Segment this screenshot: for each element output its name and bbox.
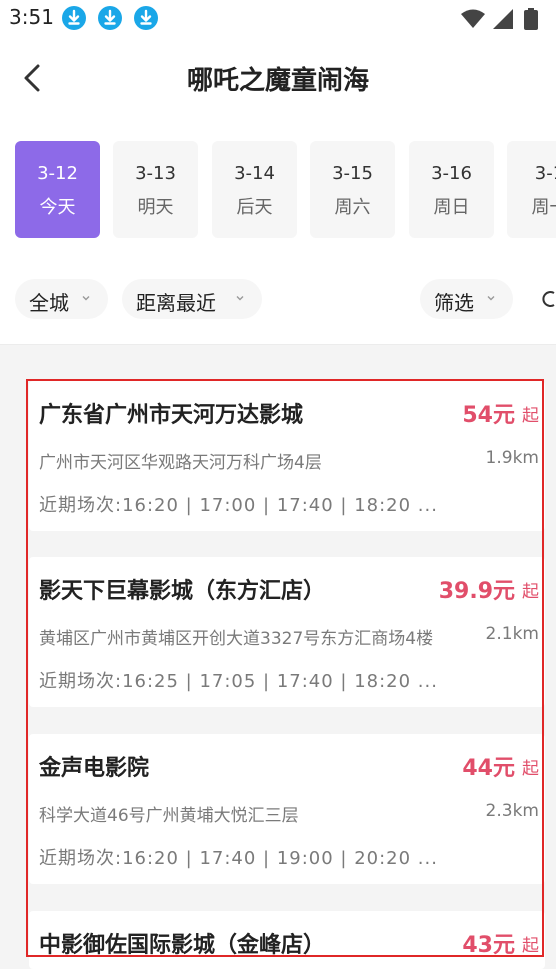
cinema-card[interactable]: 影天下巨幕影城（东方汇店） 39.9元 起 黄埔区广州市黄埔区开创大道3327号…	[29, 557, 545, 707]
cinema-distance: 2.3km	[485, 801, 539, 821]
cinema-name: 中影御佐国际影城（金峰店）	[39, 933, 326, 958]
cinema-price: 43元	[462, 933, 515, 958]
cinema-name: 广东省广州市天河万达影城	[39, 403, 304, 428]
filter-city[interactable]: 全城	[15, 279, 108, 319]
signal-icon	[493, 9, 513, 29]
cinema-name: 金声电影院	[39, 756, 150, 781]
cinema-card[interactable]: 中影御佐国际影城（金峰店） 43元 起	[29, 911, 545, 969]
chevron-down-icon	[82, 296, 90, 301]
status-time: 3:51	[9, 5, 54, 29]
system-icons	[460, 8, 546, 30]
chevron-down-icon	[236, 296, 244, 301]
price-suffix: 起	[522, 582, 539, 602]
date-tab-date: 3-14	[234, 163, 275, 184]
cinema-price: 54元	[462, 403, 515, 428]
cinema-address: 黄埔区广州市黄埔区开创大道3327号东方汇商场4楼	[39, 629, 434, 649]
cinema-price: 39.9元	[438, 579, 515, 604]
cinema-card[interactable]: 广东省广州市天河万达影城 54元 起 广州市天河区华观路天河万科广场4层 1.9…	[29, 381, 545, 531]
status-bar: 3:51	[0, 0, 556, 38]
date-tab[interactable]: 3-13 明天	[113, 141, 198, 238]
battery-icon	[524, 8, 538, 30]
cinema-name: 影天下巨幕影城（东方汇店）	[39, 579, 326, 604]
download-icon	[134, 6, 158, 30]
date-tab[interactable]: 3-14 后天	[212, 141, 297, 238]
wifi-icon	[461, 9, 485, 28]
search-icon[interactable]	[540, 287, 556, 311]
date-tabs: 3-12 今天 3-13 明天 3-14 后天 3-15 周六 3-16 周日 …	[0, 141, 556, 239]
download-icon	[62, 6, 86, 30]
cinema-distance: 1.9km	[485, 448, 539, 468]
date-tab-date: 3-13	[135, 163, 176, 184]
date-tab-date: 3-1	[534, 163, 556, 184]
download-icon	[98, 6, 122, 30]
date-tab-date: 3-15	[332, 163, 373, 184]
date-tab-day: 周日	[433, 197, 470, 218]
date-tab-day: 明天	[137, 197, 174, 218]
filter-label: 筛选	[434, 291, 474, 315]
date-tab-day: 后天	[236, 197, 273, 218]
price-suffix: 起	[522, 406, 539, 426]
price-suffix: 起	[522, 936, 539, 956]
filter-label: 距离最近	[136, 291, 216, 315]
date-tab-date: 3-16	[431, 163, 472, 184]
header: 哪吒之魔童闹海	[0, 38, 556, 118]
price-suffix: 起	[522, 759, 539, 779]
filter-bar: 全城 距离最近 筛选	[0, 279, 556, 319]
date-tab[interactable]: 3-1 周一	[507, 141, 556, 238]
cinema-distance: 2.1km	[485, 624, 539, 644]
cinema-sessions: 近期场次:16:20 | 17:40 | 19:00 | 20:20 ...	[39, 848, 438, 869]
date-tab-date: 3-12	[37, 163, 78, 184]
chevron-down-icon	[487, 296, 495, 301]
filter-label: 全城	[29, 291, 69, 315]
date-tab-day: 周一	[531, 197, 556, 218]
cinema-sessions: 近期场次:16:20 | 17:00 | 17:40 | 18:20 ...	[39, 495, 438, 516]
cinema-price: 44元	[462, 756, 515, 781]
date-tab-today[interactable]: 3-12 今天	[15, 141, 100, 238]
cinema-card[interactable]: 金声电影院 44元 起 科学大道46号广州黄埔大悦汇三层 2.3km 近期场次:…	[29, 734, 545, 884]
cinema-sessions: 近期场次:16:25 | 17:05 | 17:40 | 18:20 ...	[39, 671, 438, 692]
date-tab-day: 周六	[334, 197, 371, 218]
filter-screen[interactable]: 筛选	[420, 279, 513, 319]
page-title: 哪吒之魔童闹海	[186, 66, 369, 96]
date-tab-day: 今天	[39, 197, 76, 218]
date-tab[interactable]: 3-16 周日	[409, 141, 494, 238]
date-tab[interactable]: 3-15 周六	[310, 141, 395, 238]
filter-sort-distance[interactable]: 距离最近	[122, 279, 262, 319]
cinema-address: 广州市天河区华观路天河万科广场4层	[39, 453, 322, 473]
cinema-address: 科学大道46号广州黄埔大悦汇三层	[39, 806, 299, 826]
